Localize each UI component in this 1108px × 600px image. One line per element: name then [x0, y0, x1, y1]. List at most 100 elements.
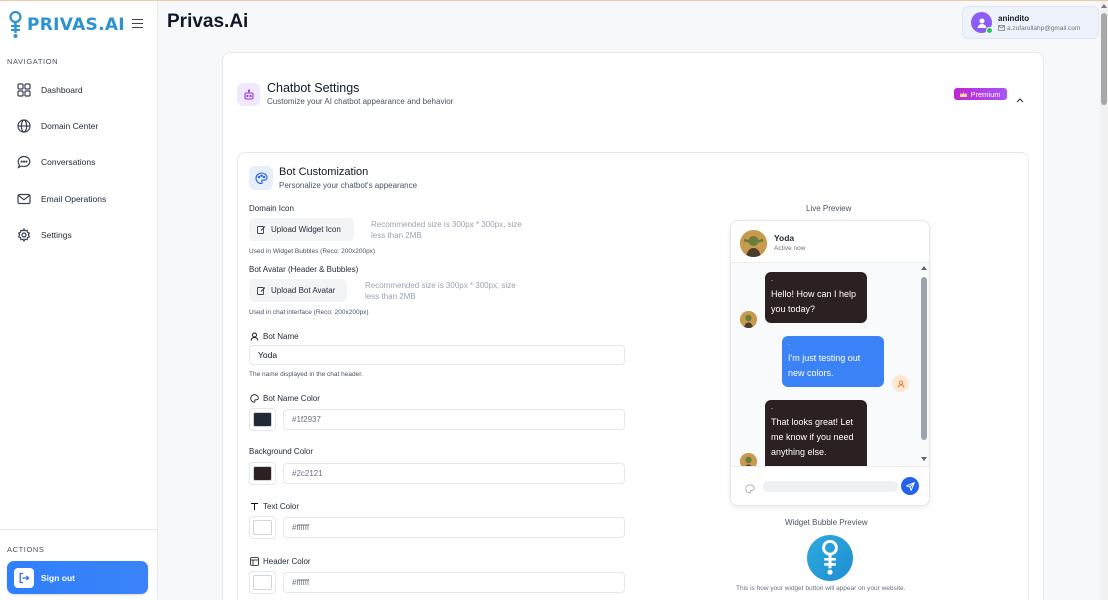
text-color-label-row: Text Color — [249, 501, 299, 511]
bot-message-avatar — [740, 311, 757, 328]
chat-scrollbar[interactable] — [920, 263, 928, 466]
mail-icon — [14, 189, 34, 209]
palette-icon — [249, 393, 259, 403]
text-color-input[interactable]: #ffffff — [283, 517, 625, 538]
bot-name-color-input[interactable]: #1f2937 — [283, 409, 625, 430]
bot-avatar — [740, 230, 767, 257]
message-meta: - — [771, 406, 773, 412]
user-icon — [897, 379, 904, 388]
message-meta: - — [771, 278, 773, 284]
sidebar-item-settings[interactable]: Settings — [14, 223, 72, 247]
upload-bot-avatar-label: Upload Bot Avatar — [271, 286, 336, 295]
widget-bubble-preview-label: Widget Bubble Preview — [785, 518, 868, 527]
palette-icon[interactable] — [745, 481, 755, 499]
background-color-input[interactable]: #2c2121 — [283, 463, 625, 484]
bot-avatar-hint: Recommended size is 300px * 300px, size … — [365, 280, 516, 302]
message-meta: - — [788, 342, 790, 348]
chat-message-input[interactable] — [763, 481, 898, 492]
palette-icon — [249, 166, 273, 190]
chat-preview-window: Yoda Active now - Hello! How can I help … — [730, 220, 930, 506]
preview-bot-status: Active now — [774, 245, 806, 252]
header-color-input[interactable]: #ffffff — [283, 572, 625, 593]
send-button[interactable] — [901, 477, 919, 495]
collapse-button[interactable] — [1016, 90, 1024, 108]
upload-widget-icon-button[interactable]: Upload Widget Icon — [249, 218, 354, 241]
logout-icon — [14, 567, 34, 588]
sidebar-item-dashboard[interactable]: Dashboard — [14, 78, 83, 102]
chat-header: Yoda Active now — [731, 221, 929, 263]
header-color-label: Header Color — [263, 556, 311, 566]
sidebar-divider — [0, 529, 157, 530]
user-email: a.zufarullahp@gmail.com — [1007, 24, 1081, 32]
mail-icon — [998, 25, 1005, 31]
bot-name-label-row: Bot Name — [249, 331, 299, 341]
widget-bubble[interactable] — [807, 535, 853, 581]
sidebar-item-domain-center[interactable]: Domain Center — [14, 114, 98, 138]
online-status-dot — [986, 27, 993, 34]
text-color-swatch[interactable] — [249, 516, 276, 539]
edit-icon — [257, 226, 266, 234]
sidebar: PRIVAS.AI NAVIGATION Dashboard Domain Ce… — [0, 1, 158, 600]
header-color-swatch[interactable] — [249, 571, 276, 594]
color-chip — [253, 575, 272, 590]
sidebar-item-label: Conversations — [41, 157, 96, 167]
chat-message-user: - I'm just testing out new colors. — [782, 336, 884, 387]
sign-out-button[interactable]: Sign out — [7, 561, 148, 594]
bot-name-color-label: Bot Name Color — [263, 393, 320, 403]
color-chip — [253, 412, 272, 427]
chevron-up-icon — [1016, 98, 1024, 103]
sign-out-label: Sign out — [41, 572, 75, 583]
chat-message-bot: - That looks great! Let me know if you n… — [765, 400, 867, 466]
grid-icon — [14, 80, 34, 100]
sidebar-item-email-operations[interactable]: Email Operations — [14, 187, 106, 211]
bot-customization-subtitle: Personalize your chatbot's appearance — [279, 181, 418, 190]
preview-bot-name: Yoda — [774, 233, 795, 243]
menu-toggle-icon[interactable] — [132, 19, 143, 28]
domain-icon-label: Domain Icon — [249, 204, 294, 213]
user-menu[interactable]: anindito a.zufarullahp@gmail.com — [962, 6, 1099, 39]
text-color-label: Text Color — [263, 501, 300, 511]
top-border-line — [0, 0, 1108, 1]
bot-avatar-note: Used in chat interface (Reco: 200x200px) — [249, 309, 369, 316]
layout-icon — [249, 556, 259, 566]
edit-icon — [257, 287, 266, 295]
chat-message-bot: - Hello! How can I help you today? — [765, 272, 867, 323]
premium-badge: Premium — [954, 88, 1007, 100]
avatar — [971, 12, 993, 34]
text-type-icon — [249, 501, 259, 511]
upload-bot-avatar-button[interactable]: Upload Bot Avatar — [249, 279, 347, 302]
gear-icon — [14, 225, 34, 245]
scroll-down-arrow-icon[interactable] — [921, 457, 927, 461]
chatbot-settings-subtitle: Customize your AI chatbot appearance and… — [267, 97, 454, 106]
page-title: Privas.Ai — [167, 11, 249, 32]
background-color-swatch[interactable] — [249, 462, 276, 485]
scroll-up-arrow-icon[interactable] — [921, 266, 927, 270]
user-message-avatar — [892, 375, 909, 392]
upload-widget-icon-label: Upload Widget Icon — [271, 225, 341, 234]
logo[interactable]: PRIVAS.AI — [8, 11, 125, 39]
chatbot-settings-title: Chatbot Settings — [267, 81, 360, 95]
scroll-thumb[interactable] — [1101, 13, 1107, 105]
header-color-label-row: Header Color — [249, 556, 311, 566]
bot-name-color-swatch[interactable] — [249, 408, 276, 431]
privas-logo-icon — [822, 540, 838, 575]
chat-messages[interactable]: - Hello! How can I help you today? - I'm… — [731, 263, 929, 470]
premium-badge-label: Premium — [970, 89, 1001, 99]
crown-icon — [960, 91, 968, 97]
widget-bubble-note: This is how your widget button will appe… — [736, 585, 906, 592]
color-chip — [253, 466, 272, 481]
message-text: That looks great! Let me know if you nee… — [771, 417, 854, 457]
scroll-up-arrow-icon[interactable] — [1101, 4, 1107, 8]
hint-line: less than 2MB — [365, 292, 416, 301]
chat-icon — [14, 152, 34, 172]
live-preview-label: Live Preview — [806, 204, 852, 213]
page-scrollbar[interactable] — [1100, 1, 1108, 600]
hint-line: Recommended size is 300px * 300px, size — [371, 220, 522, 229]
bot-name-input[interactable]: Yoda — [249, 345, 625, 365]
actions-section-label: ACTIONS — [7, 545, 45, 554]
background-color-label: Background Color — [249, 447, 314, 456]
scroll-thumb[interactable] — [921, 277, 927, 440]
sidebar-item-conversations[interactable]: Conversations — [14, 150, 95, 174]
domain-icon-hint: Recommended size is 300px * 300px, size … — [371, 219, 522, 241]
message-text: Hello! How can I help you today? — [771, 289, 857, 314]
